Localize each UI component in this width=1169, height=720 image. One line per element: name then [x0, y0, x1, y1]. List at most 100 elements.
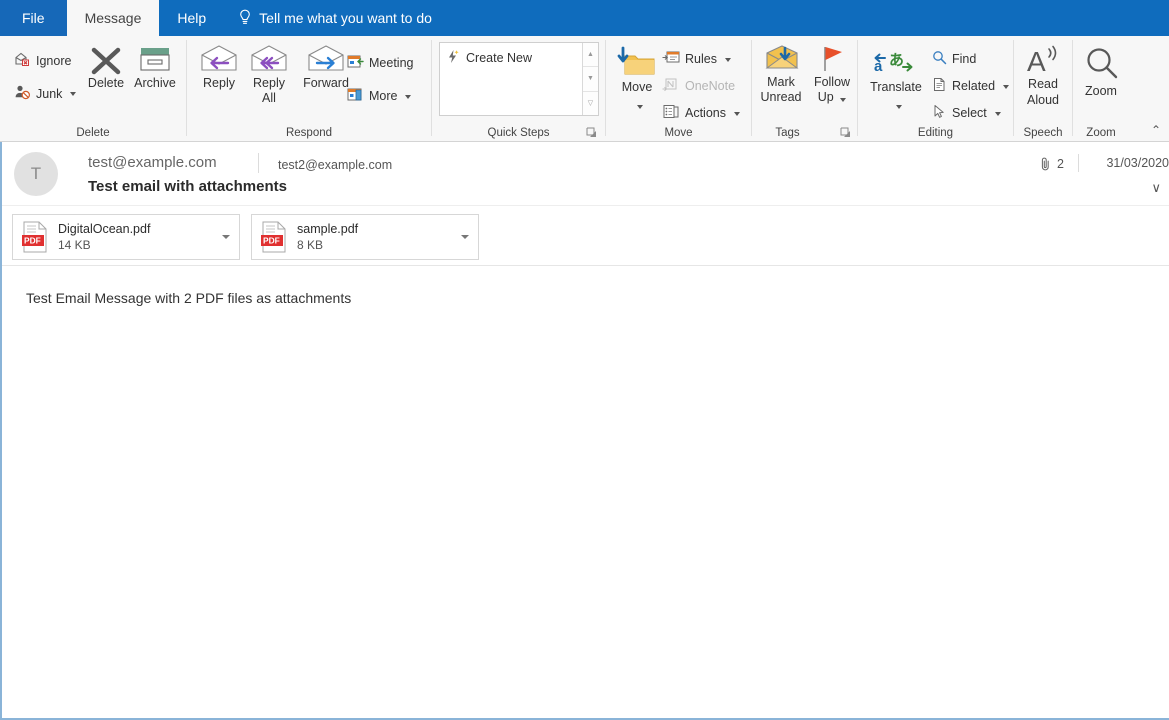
reply-button[interactable]: Reply: [195, 76, 243, 90]
quick-step-create-new[interactable]: Create New: [444, 47, 582, 69]
svg-text:PDF: PDF: [24, 236, 41, 246]
lightbulb-icon: [238, 9, 252, 27]
ignore-button[interactable]: Ignore: [14, 51, 71, 70]
move-label: Move: [622, 80, 653, 94]
tell-me-label: Tell me what you want to do: [259, 10, 432, 26]
tab-message[interactable]: Message: [67, 0, 160, 36]
ribbon-group-delete: Ignore Junk: [0, 36, 186, 141]
svg-text:PDF: PDF: [263, 236, 280, 246]
more-label: More: [369, 89, 397, 103]
related-dropdown-caret[interactable]: [1003, 85, 1009, 89]
rules-button[interactable]: Rules: [662, 50, 731, 68]
rules-label: Rules: [685, 52, 717, 66]
translate-icon: a あ: [873, 46, 917, 81]
rules-dropdown-caret[interactable]: [725, 58, 731, 62]
zoom-label: Zoom: [1085, 84, 1117, 98]
recipient-address[interactable]: test2@example.com: [278, 158, 392, 172]
actions-label: Actions: [685, 106, 726, 120]
tab-message-label: Message: [85, 10, 142, 26]
follow-up-flag-icon: [815, 44, 849, 78]
ribbon: Ignore Junk: [0, 36, 1169, 142]
scroll-down-icon[interactable]: ▼: [583, 67, 598, 91]
translate-label: Translate: [870, 80, 922, 94]
zoom-button[interactable]: Zoom: [1075, 84, 1127, 98]
actions-dropdown-caret[interactable]: [734, 112, 740, 116]
attachment-item[interactable]: PDF DigitalOcean.pdf 14 KB: [12, 214, 240, 260]
quick-steps-scrollbar[interactable]: ▲ ▼ ▽: [582, 43, 598, 115]
junk-dropdown-caret[interactable]: [70, 92, 76, 96]
attachment-meta: DigitalOcean.pdf 14 KB: [58, 222, 150, 253]
select-dropdown-caret[interactable]: [995, 112, 1001, 116]
junk-icon: [14, 84, 31, 103]
ribbon-group-move: Move Rules: [606, 36, 751, 141]
more-dropdown-caret[interactable]: [405, 95, 411, 99]
attachment-dropdown-caret[interactable]: [461, 235, 469, 239]
archive-box-icon: [138, 45, 172, 78]
reply-label: Reply: [203, 76, 235, 90]
attachment-dropdown-caret[interactable]: [222, 235, 230, 239]
select-label: Select: [952, 106, 987, 120]
ribbon-group-tags: MarkUnread FollowUp Tags: [752, 36, 857, 141]
junk-button[interactable]: Junk: [14, 84, 76, 103]
delete-button[interactable]: Delete: [82, 76, 130, 90]
avatar: T: [14, 152, 58, 196]
archive-button[interactable]: Archive: [131, 76, 179, 90]
reply-all-button[interactable]: ReplyAll: [244, 76, 294, 106]
svg-text:A: A: [1027, 46, 1046, 75]
related-label: Related: [952, 79, 995, 93]
attachment-size: 14 KB: [58, 238, 150, 253]
ignore-icon: [14, 51, 31, 70]
actions-button[interactable]: Actions: [662, 104, 740, 122]
follow-up-dropdown-caret[interactable]: [840, 98, 846, 102]
translate-dropdown-caret[interactable]: [896, 105, 902, 109]
sender-address[interactable]: test@example.com: [88, 154, 217, 171]
select-cursor-icon: [932, 104, 947, 122]
delete-x-icon: [86, 46, 126, 79]
tell-me-search[interactable]: Tell me what you want to do: [224, 0, 442, 36]
scroll-up-icon[interactable]: ▲: [583, 43, 598, 67]
reply-icon: [198, 44, 240, 78]
find-button[interactable]: Find: [932, 50, 976, 68]
meeting-button[interactable]: Meeting: [347, 54, 413, 72]
move-dropdown-caret[interactable]: [637, 105, 643, 109]
tab-help[interactable]: Help: [159, 0, 224, 36]
more-button[interactable]: More: [347, 87, 411, 105]
tab-file[interactable]: File: [0, 0, 67, 36]
scroll-more-icon[interactable]: ▽: [583, 92, 598, 115]
outlook-message-window: File Message Help Tell me what you want …: [0, 0, 1169, 720]
collapse-ribbon-button[interactable]: ⌃: [1151, 123, 1161, 137]
attachment-name: sample.pdf: [297, 222, 358, 237]
follow-up-button[interactable]: FollowUp: [810, 75, 854, 105]
svg-text:あ: あ: [889, 51, 904, 69]
related-button[interactable]: Related: [932, 77, 1009, 95]
translate-button[interactable]: a あ Translate: [863, 80, 929, 94]
read-aloud-button[interactable]: A ReadAloud: [1017, 76, 1069, 108]
select-button[interactable]: Select: [932, 104, 1001, 122]
move-button[interactable]: Move: [612, 80, 662, 94]
tags-dialog-launcher[interactable]: [840, 127, 851, 138]
ribbon-group-zoom: Zoom Zoom: [1073, 36, 1129, 141]
quick-steps-gallery[interactable]: Create New ▲ ▼ ▽: [439, 42, 599, 116]
group-label-quick-steps: Quick Steps: [432, 127, 605, 139]
mark-unread-button[interactable]: MarkUnread: [755, 75, 807, 105]
find-label: Find: [952, 52, 976, 66]
attachment-item[interactable]: PDF sample.pdf 8 KB: [251, 214, 479, 260]
move-folder-icon: [617, 46, 657, 81]
ribbon-tab-bar: File Message Help Tell me what you want …: [0, 0, 1169, 36]
reading-pane: T test@example.com test2@example.com Tes…: [0, 142, 1169, 720]
ribbon-group-editing: a あ Translate Find: [858, 36, 1013, 141]
meeting-label: Meeting: [369, 56, 413, 70]
read-aloud-label: ReadAloud: [1027, 76, 1059, 108]
archive-label: Archive: [134, 76, 176, 90]
group-label-speech: Speech: [1014, 127, 1072, 139]
onenote-label: OneNote: [685, 79, 735, 93]
group-label-tags: Tags: [742, 127, 833, 139]
reply-all-label: ReplyAll: [253, 76, 285, 106]
quick-steps-dialog-launcher[interactable]: [586, 127, 597, 138]
expand-header-chevron-down-icon[interactable]: ∨: [1151, 180, 1161, 196]
attachment-strip: PDF DigitalOcean.pdf 14 KB PDF: [2, 206, 1169, 266]
read-aloud-icon: A: [1021, 43, 1065, 79]
ribbon-group-quick-steps: Create New ▲ ▼ ▽ Quick Steps: [432, 36, 605, 141]
attachment-size: 8 KB: [297, 238, 358, 253]
pdf-file-icon: PDF: [260, 221, 288, 253]
